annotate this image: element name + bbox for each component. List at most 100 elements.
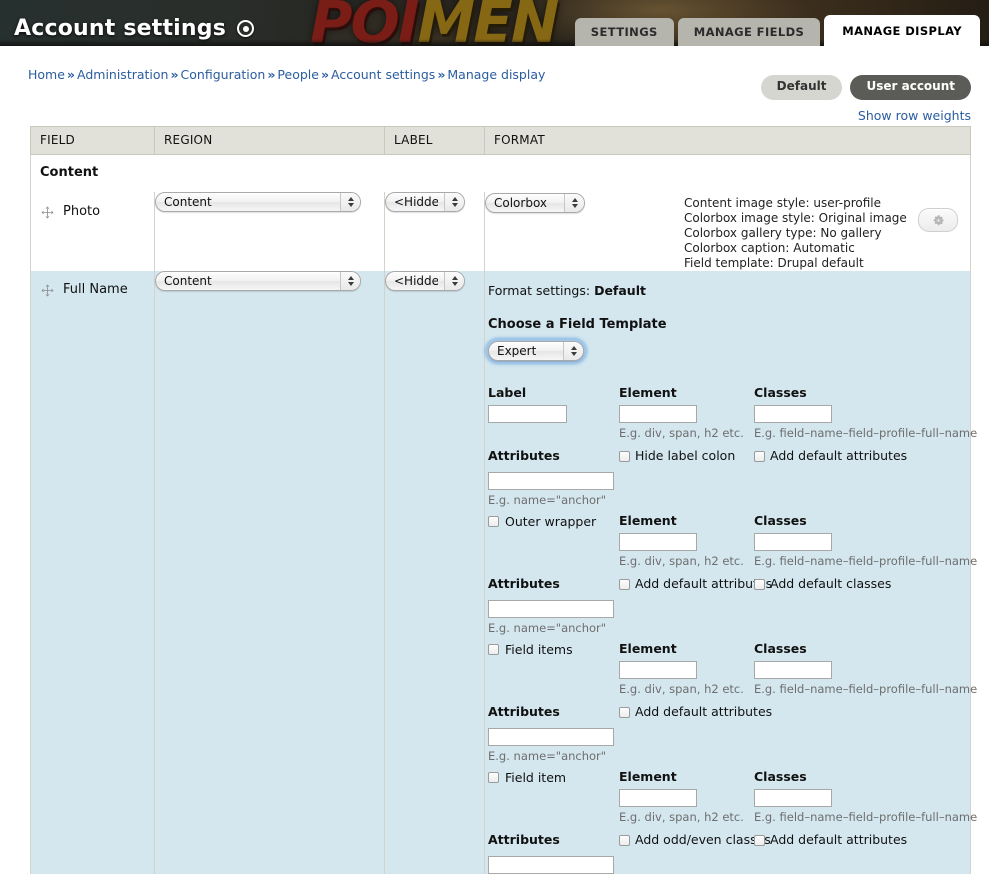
field-item-toggle[interactable]: Field item: [488, 770, 619, 785]
gear-icon: [932, 214, 945, 227]
label-classes-input[interactable]: [754, 405, 832, 423]
label-select-photo[interactable]: <Hidden>: [385, 192, 465, 212]
breadcrumb-separator: »: [67, 67, 75, 82]
format-summary-photo: Content image style: user-profile Colorb…: [591, 192, 907, 271]
group-title-label: Label: [488, 386, 619, 400]
checkbox-add-default-attributes[interactable]: Add default attributes: [619, 577, 754, 591]
expert-group-field-item: Field item Element E.g. div, span, h2 et…: [488, 770, 970, 874]
outer-wrapper-attributes-input[interactable]: [488, 600, 614, 618]
page-title-text: Account settings: [14, 16, 226, 41]
classes-hint: E.g. field–name–field–profile–full–name: [754, 683, 969, 696]
gear-circle-icon[interactable]: [237, 20, 254, 37]
outer-wrapper-element-input[interactable]: [619, 533, 697, 551]
checkbox-add-default-attributes[interactable]: Add default attributes: [619, 705, 754, 719]
group-title-field-items: Field items: [505, 642, 573, 657]
hide-label-colon-checkbox[interactable]: [619, 451, 630, 462]
group-title-outer-wrapper: Outer wrapper: [505, 514, 596, 529]
checkbox-hide-label-colon[interactable]: Hide label colon: [619, 449, 754, 463]
format-cell: Colorbox Content image style: user-profi…: [485, 192, 971, 271]
field-items-element-input[interactable]: [619, 661, 697, 679]
outer-wrapper-add-default-attributes-checkbox[interactable]: [619, 579, 630, 590]
checkbox-add-default-attributes[interactable]: Add default attributes: [754, 833, 969, 847]
field-items-toggle[interactable]: Field items: [488, 642, 619, 657]
element-hint: E.g. div, span, h2 etc.: [619, 683, 754, 696]
breadcrumb-item-manage-display[interactable]: Manage display: [447, 67, 545, 82]
label-cell: <Hidden>: [385, 271, 485, 874]
add-odd-even-classes-checkbox[interactable]: [619, 835, 630, 846]
expert-group-field-items: Field items Element E.g. div, span, h2 e…: [488, 642, 970, 763]
label-select-full-name[interactable]: <Hidden>: [385, 271, 465, 291]
element-heading: Element: [619, 514, 754, 528]
field-items-classes-input[interactable]: [754, 661, 832, 679]
breadcrumb-item-home[interactable]: Home: [28, 67, 65, 82]
element-heading: Element: [619, 386, 754, 400]
attributes-heading: Attributes: [488, 449, 619, 463]
classes-hint: E.g. field–name–field–profile–full–name: [754, 811, 969, 824]
outer-wrapper-classes-input[interactable]: [754, 533, 832, 551]
breadcrumb-separator: »: [321, 67, 329, 82]
field-items-checkbox[interactable]: [488, 644, 499, 655]
field-item-attributes-input[interactable]: [488, 856, 614, 874]
outer-wrapper-add-default-classes-checkbox[interactable]: [754, 579, 765, 590]
field-item-add-default-attributes-checkbox[interactable]: [754, 835, 765, 846]
breadcrumb-separator: »: [267, 67, 275, 82]
view-mode-default[interactable]: Default: [761, 75, 843, 100]
classes-heading: Classes: [754, 642, 969, 656]
table-row: Full Name Content <Hidden>: [31, 271, 971, 874]
field-name-photo: Photo: [63, 204, 100, 219]
show-row-weights-link[interactable]: Show row weights: [858, 108, 971, 123]
outer-wrapper-checkbox[interactable]: [488, 516, 499, 527]
region-cell: Content: [155, 192, 385, 271]
format-select-photo[interactable]: Colorbox: [485, 193, 585, 213]
label-element-input[interactable]: [619, 405, 697, 423]
region-select-full-name[interactable]: Content: [155, 271, 361, 291]
add-default-attributes-checkbox[interactable]: [754, 451, 765, 462]
breadcrumb-item-administration[interactable]: Administration: [77, 67, 168, 82]
element-hint: E.g. div, span, h2 etc.: [619, 555, 754, 568]
column-header-field: FIELD: [31, 127, 155, 155]
format-settings-gear-button-photo[interactable]: [918, 208, 958, 232]
group-title-field-item: Field item: [505, 770, 566, 785]
summary-line: Content image style: user-profile: [684, 196, 907, 211]
breadcrumb-item-configuration[interactable]: Configuration: [181, 67, 266, 82]
field-items-attributes-input[interactable]: [488, 728, 614, 746]
label-attributes-input[interactable]: [488, 472, 614, 490]
tab-manage-fields[interactable]: MANAGE FIELDS: [678, 18, 821, 47]
choose-field-template-heading: Choose a Field Template: [488, 317, 970, 332]
attributes-heading: Attributes: [488, 833, 619, 847]
view-mode-user-account[interactable]: User account: [850, 75, 971, 100]
classes-hint: E.g. field–name–field–profile–full–name: [754, 427, 969, 440]
field-item-element-input[interactable]: [619, 789, 697, 807]
label-text-input[interactable]: [488, 405, 567, 423]
manage-display-table-wrapper: FIELD REGION LABEL FORMAT Content: [30, 126, 970, 874]
table-body: Content Photo: [31, 155, 971, 874]
tab-manage-display[interactable]: MANAGE DISPLAY: [824, 15, 980, 47]
region-select-photo[interactable]: Content: [155, 192, 361, 212]
drag-handle-icon[interactable]: [41, 206, 54, 219]
field-item-checkbox[interactable]: [488, 772, 499, 783]
checkbox-label: Add default attributes: [635, 577, 772, 591]
checkbox-label: Add default attributes: [770, 833, 907, 847]
outer-wrapper-toggle[interactable]: Outer wrapper: [488, 514, 619, 529]
checkbox-add-odd-even-classes[interactable]: Add odd/even classes: [619, 833, 754, 847]
field-item-classes-input[interactable]: [754, 789, 832, 807]
checkbox-label: Add odd/even classes: [635, 833, 771, 847]
tab-settings[interactable]: SETTINGS: [575, 18, 674, 47]
attributes-hint: E.g. name="anchor": [488, 750, 970, 763]
classes-hint: E.g. field–name–field–profile–full–name: [754, 555, 969, 568]
checkbox-add-default-classes[interactable]: Add default classes: [754, 577, 969, 591]
checkbox-add-default-attributes[interactable]: Add default attributes: [754, 449, 969, 463]
breadcrumb-item-people[interactable]: People: [277, 67, 319, 82]
element-heading: Element: [619, 770, 754, 784]
field-cell: Photo: [31, 192, 155, 271]
checkbox-label: Add default attributes: [635, 705, 772, 719]
table-header-row: FIELD REGION LABEL FORMAT: [31, 127, 971, 155]
attributes-hint: E.g. name="anchor": [488, 494, 970, 507]
site-header-banner: POIMEN Account settings SETTINGS MANAGE …: [0, 0, 989, 46]
format-settings-panel: Format settings: Default Choose a Field …: [485, 271, 971, 874]
classes-heading: Classes: [754, 514, 969, 528]
field-template-select[interactable]: Expert: [488, 341, 584, 361]
field-items-add-default-attributes-checkbox[interactable]: [619, 707, 630, 718]
breadcrumb-item-account-settings[interactable]: Account settings: [331, 67, 435, 82]
drag-handle-icon[interactable]: [41, 284, 54, 297]
